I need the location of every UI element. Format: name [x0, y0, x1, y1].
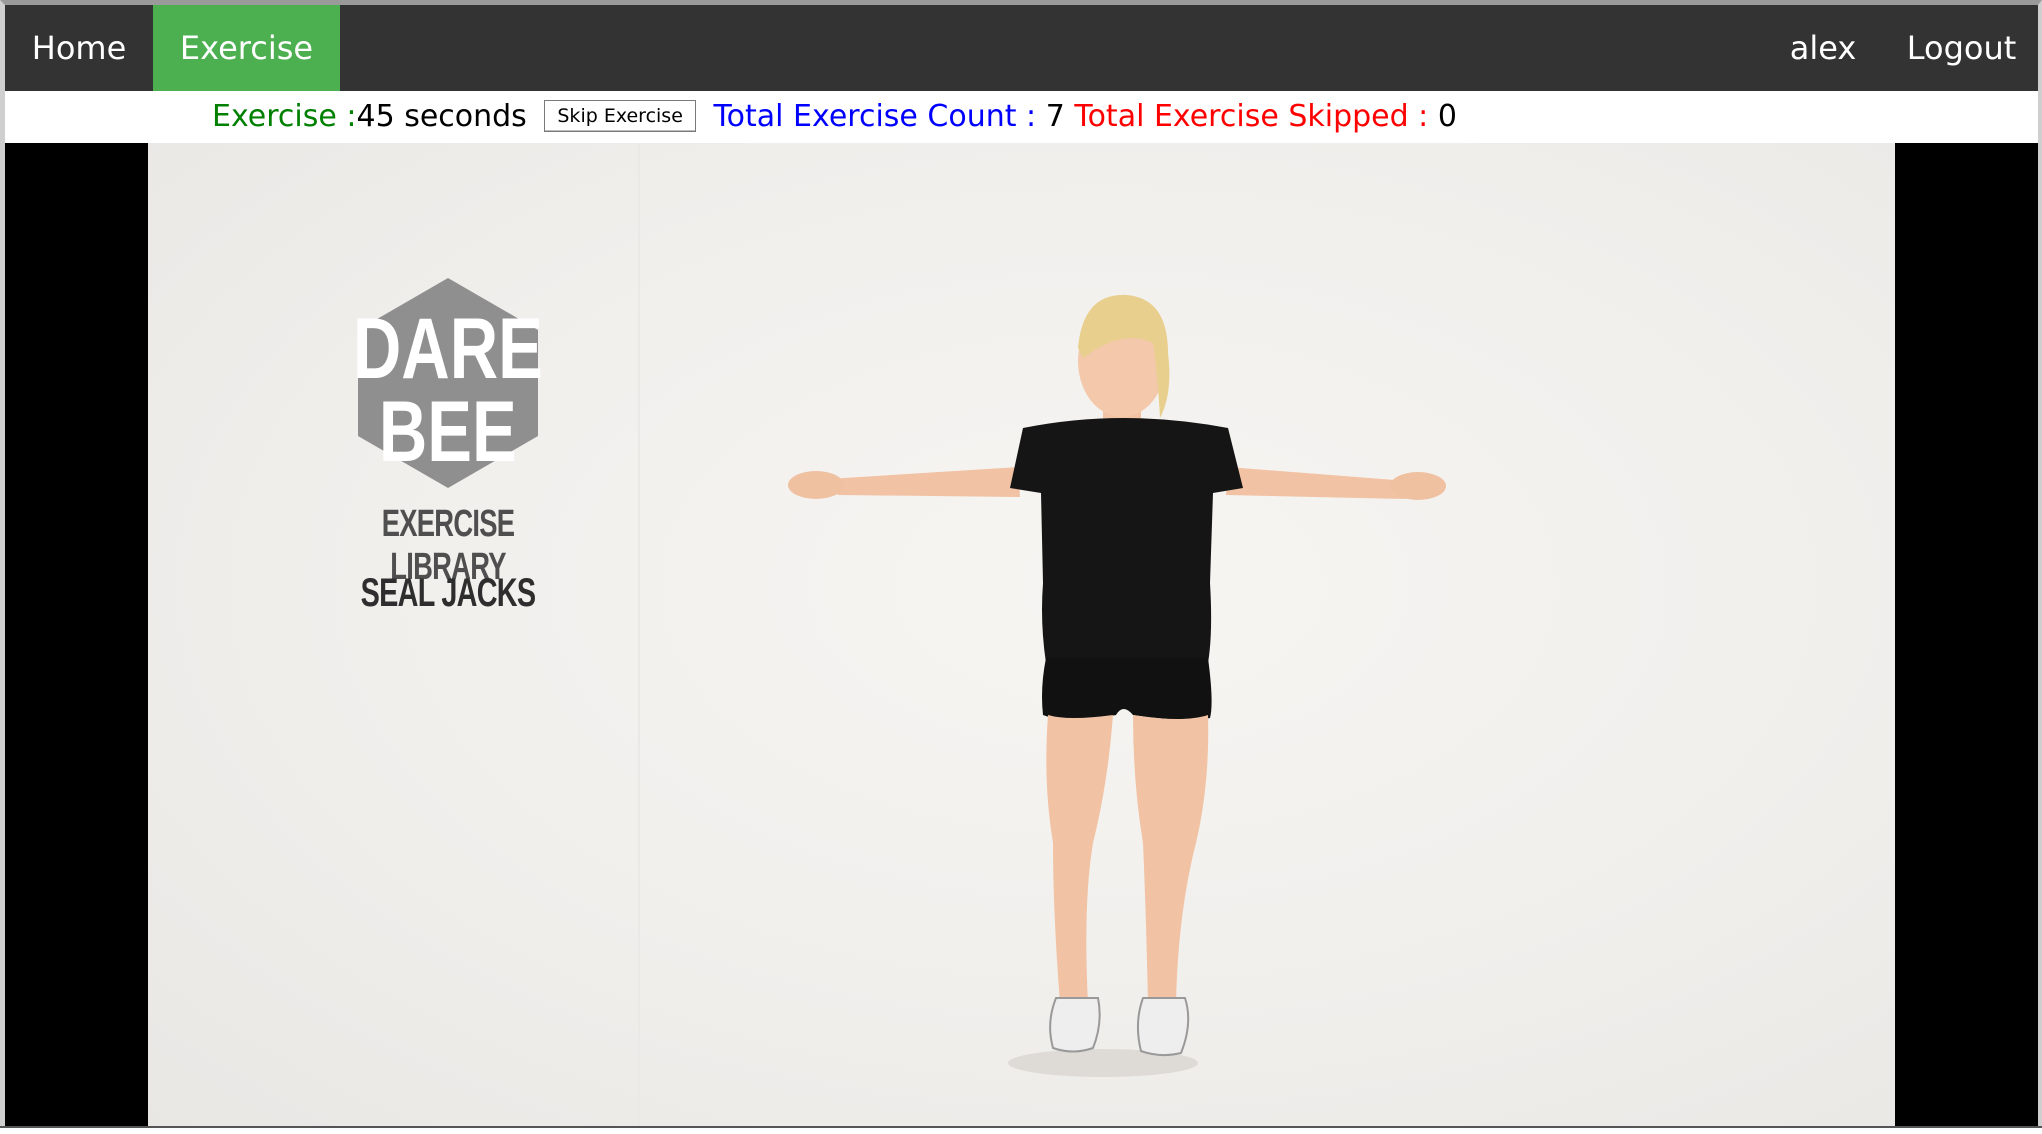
top-navbar: Home Exercise alex Logout [5, 5, 2038, 91]
total-skipped-label: Total Exercise Skipped : [1074, 99, 1429, 134]
nav-logout-link[interactable]: Logout [1885, 5, 2038, 91]
right-leg [1133, 715, 1209, 1003]
nav-username[interactable]: alex [1771, 5, 1875, 91]
exercise-status-bar: Exercise :45 seconds Skip Exercise Total… [5, 91, 2038, 143]
left-arm [828, 467, 1020, 497]
status-content: Exercise :45 seconds Skip Exercise Total… [212, 91, 1457, 143]
nav-home-link[interactable]: Home [5, 5, 153, 91]
left-leg [1046, 715, 1113, 1003]
right-sneaker [1137, 997, 1190, 1057]
video-frame: DARE BEE EXERCISE LIBRARY SEAL JACKS [148, 143, 1895, 1126]
total-count-label: Total Exercise Count : [713, 99, 1037, 134]
black-shirt [1010, 418, 1243, 663]
exercise-video-player[interactable]: DARE BEE EXERCISE LIBRARY SEAL JACKS [5, 143, 2038, 1126]
right-arm [1226, 467, 1408, 499]
black-shorts [1042, 658, 1212, 720]
page-bottom-edge [0, 1126, 2042, 1134]
exercise-demonstrator-figure [788, 294, 1446, 1077]
total-skipped-value: 0 [1437, 99, 1457, 134]
nav-exercise-link[interactable]: Exercise [153, 5, 340, 91]
total-count-value: 7 [1045, 99, 1065, 134]
skip-exercise-button[interactable]: Skip Exercise [544, 99, 696, 132]
exercise-timer-label: Exercise : [212, 99, 357, 134]
left-hand [788, 471, 844, 499]
right-hand [1390, 472, 1446, 500]
left-sneaker [1049, 997, 1101, 1053]
exercise-timer-value: 45 seconds [356, 99, 527, 134]
